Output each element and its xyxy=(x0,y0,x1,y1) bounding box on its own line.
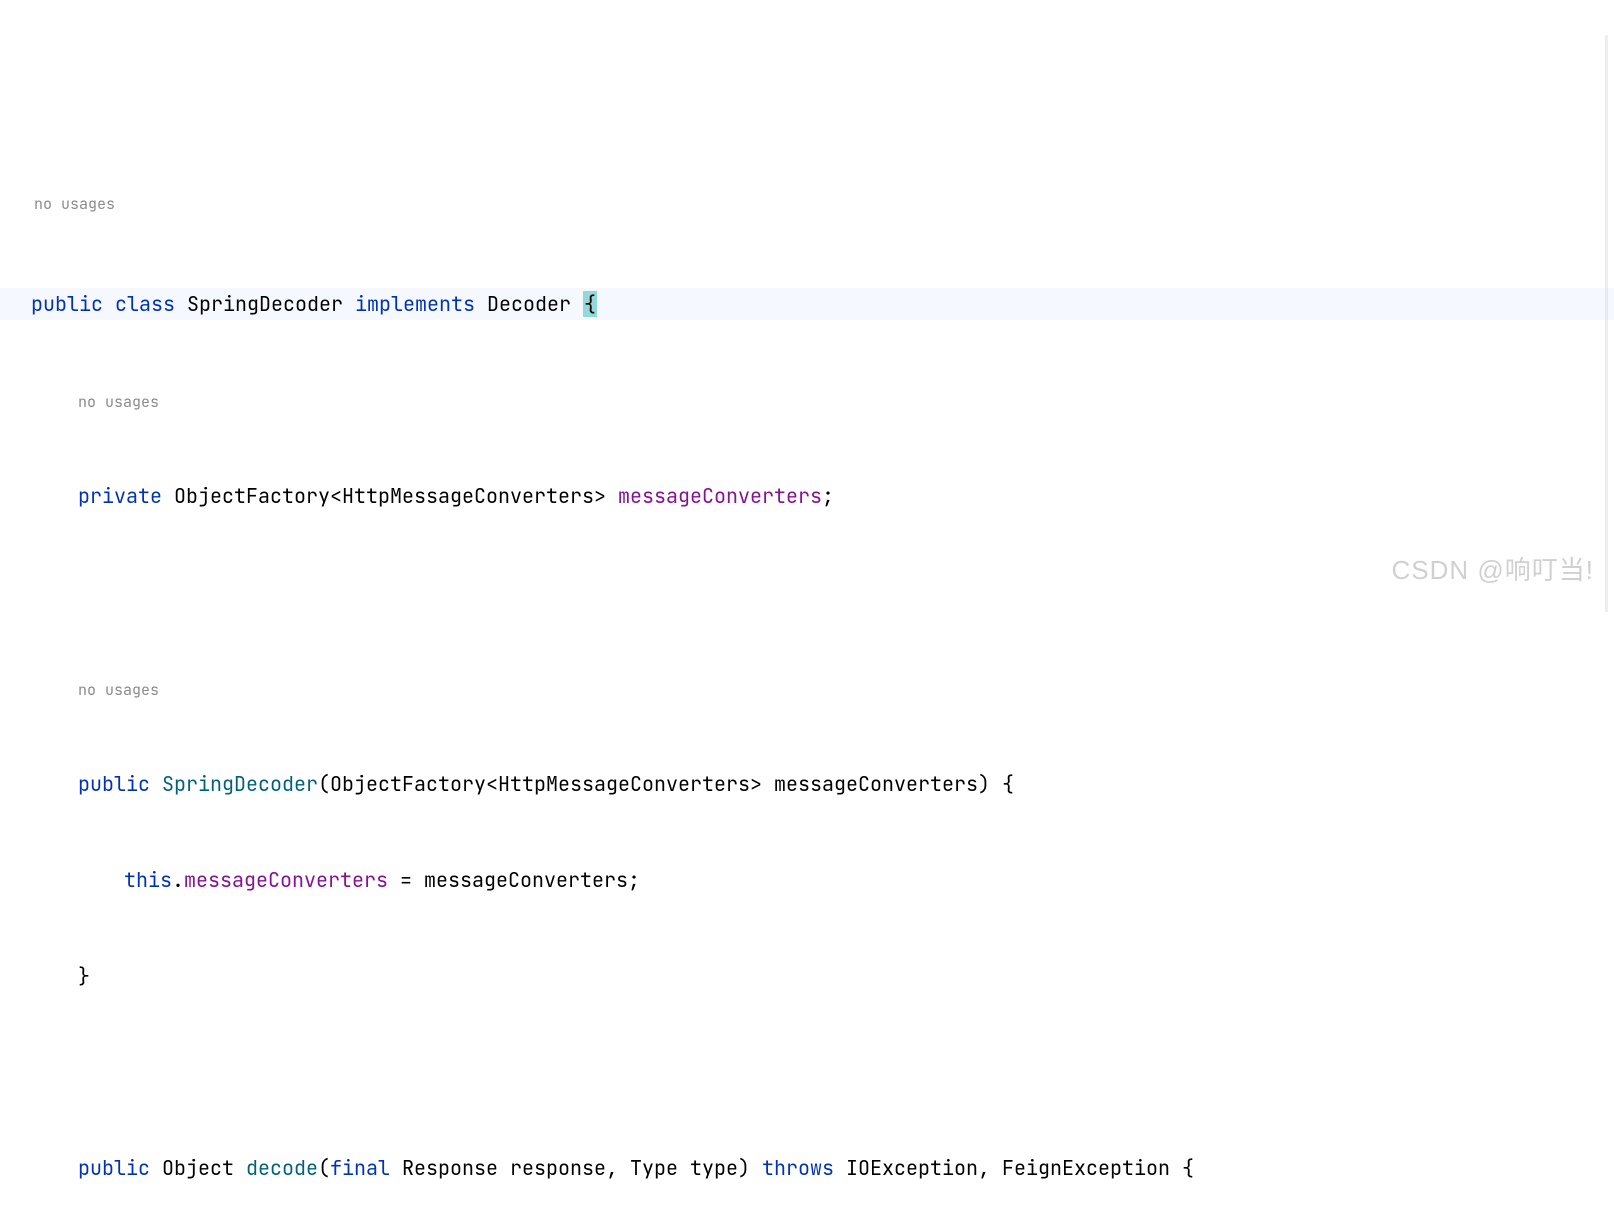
type-objectfactory: ObjectFactory xyxy=(330,771,486,797)
brace-open: { xyxy=(583,291,597,317)
type-objectfactory: ObjectFactory xyxy=(174,483,330,509)
constructor-name: SpringDecoder xyxy=(162,771,318,797)
return-type: Object xyxy=(162,1155,234,1181)
text: no usages xyxy=(78,680,159,700)
keyword-this: this xyxy=(124,867,172,893)
code-line-field[interactable]: private ObjectFactory<HttpMessageConvert… xyxy=(32,480,1614,512)
field-messageconverters: messageConverters xyxy=(618,483,822,509)
type-response: Response xyxy=(402,1155,498,1181)
type-httpconv: HttpMessageConverters xyxy=(342,483,594,509)
text: no usages xyxy=(78,392,159,412)
right-margin-indicator xyxy=(1605,35,1608,612)
code-line-brace[interactable]: } xyxy=(32,960,1614,992)
class-name: SpringDecoder xyxy=(187,291,343,317)
watermark: CSDN @响叮当! xyxy=(1391,550,1594,592)
code-line-assign[interactable]: this.messageConverters = messageConverte… xyxy=(32,864,1614,896)
param-type: type xyxy=(690,1155,738,1181)
code-line-constructor[interactable]: public SpringDecoder(ObjectFactory<HttpM… xyxy=(32,768,1614,800)
usage-hint-constructor: no usages xyxy=(32,672,1614,704)
keyword-public: public xyxy=(78,771,150,797)
exception-feign: FeignException xyxy=(1002,1155,1170,1181)
code-editor[interactable]: no usages public class SpringDecoder imp… xyxy=(0,128,1614,1224)
method-decode: decode xyxy=(246,1155,318,1181)
keyword-public: public xyxy=(31,291,103,317)
blank-line xyxy=(32,1056,1614,1088)
keyword-class: class xyxy=(115,291,175,317)
param-name: messageConverters xyxy=(774,771,978,797)
type-type: Type xyxy=(630,1155,678,1181)
code-line-decode[interactable]: public Object decode(final Response resp… xyxy=(32,1152,1614,1184)
keyword-throws: throws xyxy=(762,1155,834,1181)
param-response: response xyxy=(510,1155,606,1181)
usage-hint-field: no usages xyxy=(32,384,1614,416)
param-ref: messageConverters xyxy=(424,867,628,893)
keyword-implements: implements xyxy=(355,291,475,317)
blank-line xyxy=(32,576,1614,608)
field-ref: messageConverters xyxy=(184,867,388,893)
keyword-public: public xyxy=(78,1155,150,1181)
code-line-class-decl[interactable]: public class SpringDecoder implements De… xyxy=(0,288,1614,320)
interface-name: Decoder xyxy=(487,291,571,317)
type-httpconv: HttpMessageConverters xyxy=(498,771,750,797)
text: no usages xyxy=(34,194,115,214)
keyword-final: final xyxy=(330,1155,390,1181)
exception-io: IOException xyxy=(846,1155,978,1181)
usage-hint-class: no usages xyxy=(32,192,1614,224)
keyword-private: private xyxy=(78,483,162,509)
